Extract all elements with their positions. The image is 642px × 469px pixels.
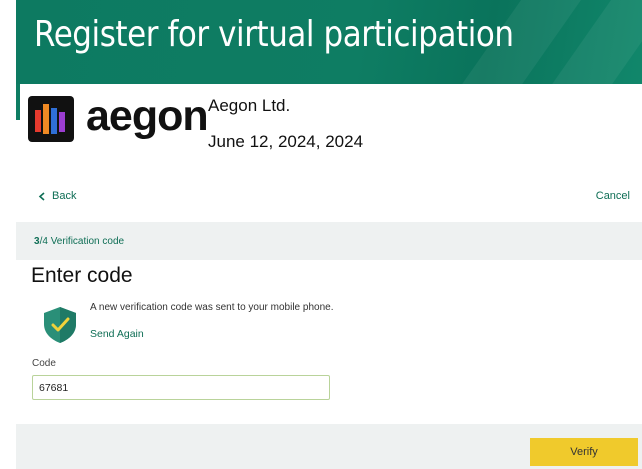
- accent-edge: [16, 84, 20, 120]
- step-indicator: 3/4 Verification code: [16, 222, 642, 260]
- step-total: 4: [42, 236, 48, 247]
- aegon-logo-icon: [28, 96, 74, 142]
- step-label: Verification code: [50, 236, 125, 247]
- shield-check-icon: [44, 307, 76, 343]
- send-again-link[interactable]: Send Again: [90, 328, 144, 340]
- back-label: Back: [52, 190, 77, 202]
- aegon-logo-text: aegon: [86, 92, 209, 140]
- verify-button[interactable]: Verify: [530, 438, 638, 466]
- code-input[interactable]: [32, 375, 330, 400]
- banner-title: Register for virtual participation: [34, 14, 514, 55]
- page-title: Enter code: [31, 264, 133, 287]
- verification-message: A new verification code was sent to your…: [90, 302, 334, 313]
- cancel-link[interactable]: Cancel: [596, 190, 630, 202]
- registration-panel: aegon Aegon Ltd. June 12, 2024, 2024 Bac…: [16, 84, 642, 469]
- chevron-left-icon: [38, 191, 45, 201]
- event-date: June 12, 2024, 2024: [208, 132, 364, 151]
- action-footer: Verify: [16, 424, 642, 469]
- back-link[interactable]: Back: [38, 190, 76, 202]
- company-name: Aegon Ltd.: [208, 96, 291, 115]
- code-label: Code: [32, 358, 56, 369]
- page-banner: Register for virtual participation: [16, 0, 642, 84]
